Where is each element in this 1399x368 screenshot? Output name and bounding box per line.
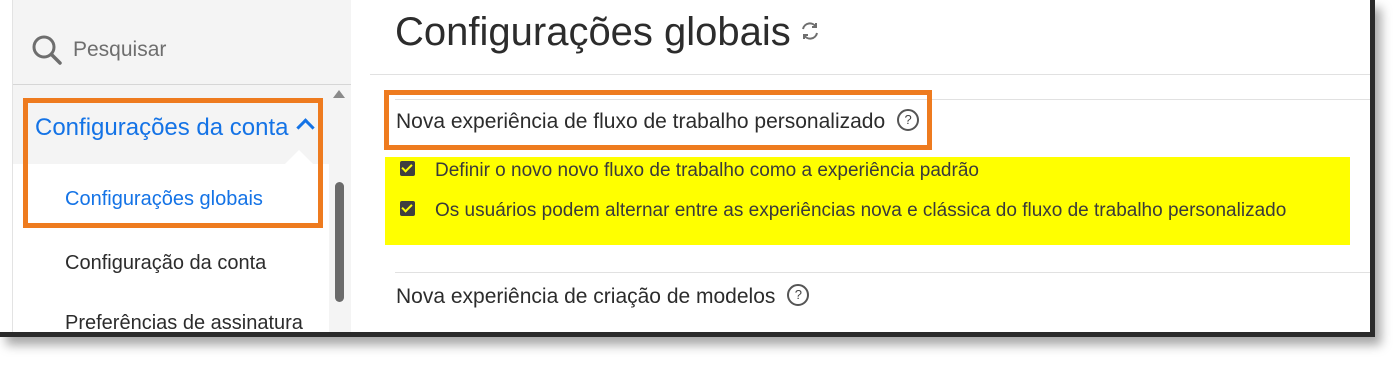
search-placeholder: Pesquisar [73,38,167,61]
help-icon[interactable]: ? [787,284,810,307]
sidebar: Pesquisar Configurações da conta Configu… [12,0,351,332]
checkbox-checked[interactable] [400,161,415,177]
refresh-icon[interactable] [799,20,821,42]
sidebar-scrollbar[interactable] [335,182,344,302]
title-divider [370,74,1370,75]
checkbox-checked[interactable] [400,201,415,217]
option-label: Os usuários podem alternar entre as expe… [435,200,1287,221]
section-template-creation-title: Nova experiência de criação de modelos? [396,284,810,309]
scroll-up-arrow-icon[interactable] [333,90,345,98]
option-label: Definir o novo novo fluxo de trabalho co… [435,160,979,181]
annotation-box-account-settings [23,98,323,228]
option-toggle-experience[interactable]: Os usuários podem alternar entre as expe… [400,200,1286,222]
annotation-box-section-title [384,90,932,150]
search-icon [32,35,62,65]
search-box[interactable]: Pesquisar [13,12,351,85]
page-title-text: Configurações globais [395,10,791,54]
main-content: Configurações globais Nova experiência d… [370,0,1370,332]
app-window: Pesquisar Configurações da conta Configu… [0,0,1375,337]
page-title: Configurações globais [395,10,821,55]
sidebar-item-signature-preferences[interactable]: Preferências de assinatura [65,312,303,332]
section-divider [395,272,1370,273]
sidebar-item-account-setup[interactable]: Configuração da conta [65,252,266,275]
option-default-experience[interactable]: Definir o novo novo fluxo de trabalho co… [400,160,979,182]
section-title-text: Nova experiência de criação de modelos [396,285,776,308]
